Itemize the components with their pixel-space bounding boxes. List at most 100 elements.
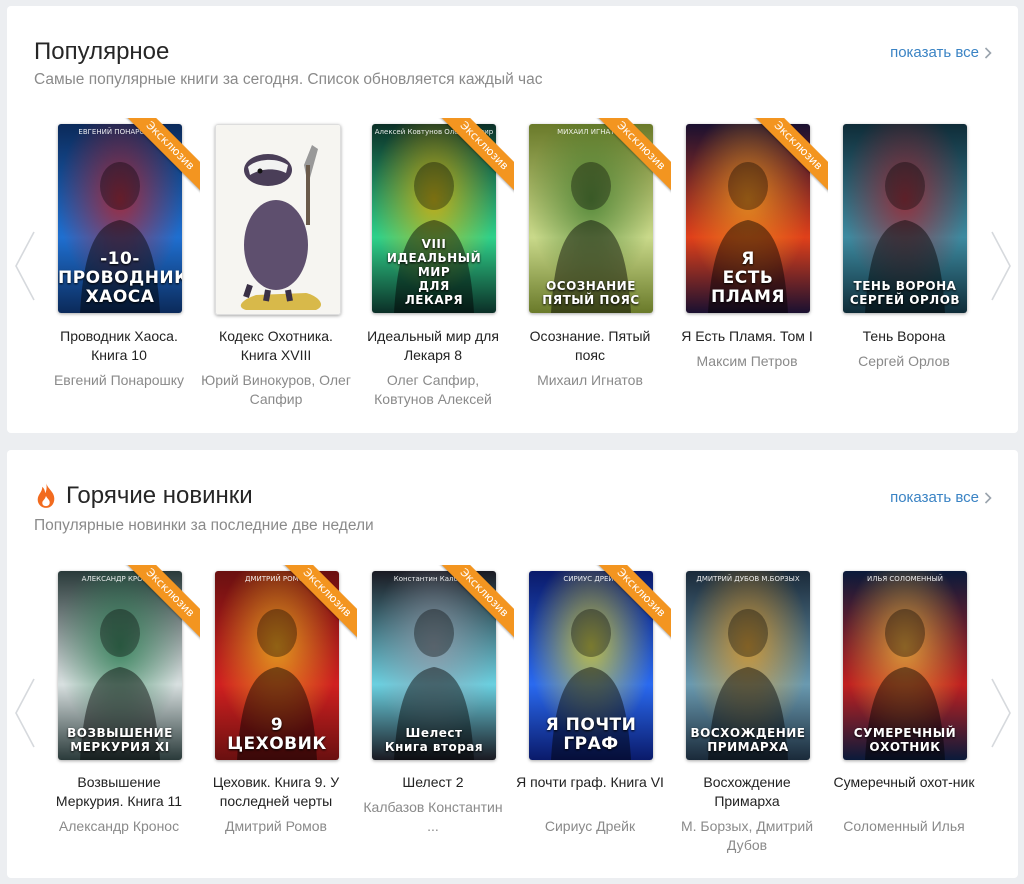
book-author[interactable]: Юрий Винокуров, Олег Сапфир <box>201 371 351 409</box>
exclusive-badge-wrap: Эксклюзив <box>434 118 514 198</box>
cover-author-text: ИЛЬЯ СОЛОМЕННЫЙ <box>867 575 943 583</box>
exclusive-badge: Эксклюзив <box>120 565 200 643</box>
cover-title-text: -10- ПРОВОДНИК ХАОСА <box>58 250 182 307</box>
cover-title-line: ВОСХОЖДЕНИЕ <box>690 726 806 740</box>
cover-title-text: Я ПОЧТИ ГРАФ <box>529 716 653 754</box>
cover-title-line: ЛЕКАРЯ <box>404 293 464 307</box>
book-cover[interactable]: ИЛЬЯ СОЛОМЕННЫЙ СУМЕРЕЧНЫЙ ОХОТНИК <box>843 571 967 760</box>
book-cover[interactable]: ТЕНЬ ВОРОНА СЕРГЕЙ ОРЛОВ <box>843 124 967 313</box>
book-author[interactable]: М. Борзых, Дмитрий Дубов <box>672 817 822 855</box>
cover-illustration <box>216 125 340 314</box>
carousel-prev-button[interactable] <box>12 677 38 749</box>
chevron-left-icon <box>15 231 35 301</box>
carousel-next-button[interactable] <box>988 677 1014 749</box>
exclusive-badge: Эксклюзив <box>748 118 828 196</box>
exclusive-badge-wrap: Эксклюзив <box>748 118 828 198</box>
exclusive-badge: Эксклюзив <box>277 565 357 643</box>
book-author[interactable]: Евгений Понарошку <box>44 371 194 390</box>
cover-title-line: ДЛЯ <box>418 279 450 293</box>
cover-title-line: СУМЕРЕЧНЫЙ <box>853 726 957 740</box>
book-title[interactable]: Кодекс Охотника. Книга XVIII <box>201 327 351 365</box>
book-title[interactable]: Я Есть Пламя. Том I <box>672 327 822 346</box>
book-author[interactable]: Соломенный Илья <box>829 817 979 836</box>
section-title-hot: Горячие новинки <box>34 481 253 511</box>
show-all-popular-link[interactable]: показать все <box>890 43 992 63</box>
cover-title-text: СУМЕРЕЧНЫЙ ОХОТНИК <box>843 726 967 754</box>
cover-title-text: ОСОЗНАНИЕ ПЯТЫЙ ПОЯС <box>529 279 653 307</box>
section-title-text: Популярное <box>34 38 170 65</box>
cover-title-line: ХАОСА <box>85 287 155 307</box>
carousel-next-button[interactable] <box>988 230 1014 302</box>
cover-title-line: 9 <box>270 715 284 735</box>
cover-title-line: СЕРГЕЙ ОРЛОВ <box>849 293 961 307</box>
book-author[interactable]: Максим Петров <box>672 352 822 371</box>
section-subtitle-popular: Самые популярные книги за сегодня. Списо… <box>34 71 543 88</box>
chevron-left-icon <box>15 678 35 748</box>
section-title-text: Горячие новинки <box>66 482 253 509</box>
show-all-label: показать все <box>890 489 979 506</box>
cover-title-line: Я <box>741 249 755 269</box>
chevron-right-icon <box>991 231 1011 301</box>
book-title[interactable]: Восхождение Примарха <box>672 773 822 811</box>
cover-title-line: ОХОТНИК <box>869 740 941 754</box>
exclusive-badge-wrap: Эксклюзив <box>277 565 357 645</box>
cover-title-text: Шелест Книга вторая <box>372 726 496 754</box>
exclusive-badge-wrap: Эксклюзив <box>591 118 671 198</box>
exclusive-badge: Эксклюзив <box>120 118 200 196</box>
book-title[interactable]: Проводник Хаоса. Книга 10 <box>44 327 194 365</box>
book-title[interactable]: Шелест 2 <box>358 773 508 792</box>
book-title[interactable]: Идеальный мир для Лекаря 8 <box>358 327 508 365</box>
book-title[interactable]: Возвышение Меркурия. Книга 11 <box>44 773 194 811</box>
book-cover[interactable] <box>215 124 341 315</box>
cover-title-line: Книга вторая <box>384 740 484 754</box>
cover-title-line: ПРОВОДНИК <box>58 268 182 288</box>
cover-title-line: ПЛАМЯ <box>710 287 785 307</box>
cover-title-line: ЦЕХОВИК <box>227 734 327 754</box>
book-author[interactable]: Сергей Орлов <box>829 352 979 371</box>
cover-title-line: -10- <box>100 249 140 269</box>
show-all-label: показать все <box>890 44 979 61</box>
cover-title-text: VIII ИДЕАЛЬНЫЙ МИР ДЛЯ ЛЕКАРЯ <box>372 237 496 307</box>
carousel-prev-button[interactable] <box>12 230 38 302</box>
book-title[interactable]: Цеховик. Книга 9. У последней черты <box>201 773 351 811</box>
book-title[interactable]: Я почти граф. Книга VI <box>515 773 665 792</box>
show-all-hot-link[interactable]: показать все <box>890 488 992 508</box>
cover-title-line: МЕРКУРИЯ XI <box>70 740 170 754</box>
cover-title-line: ВОЗВЫШЕНИЕ <box>67 726 173 740</box>
cover-author-text: ДМИТРИЙ ДУБОВ М.БОРЗЫХ <box>696 575 800 583</box>
cover-title-text: ВОЗВЫШЕНИЕ МЕРКУРИЯ XI <box>58 726 182 754</box>
cover-title-line: ПРИМАРХА <box>707 740 789 754</box>
cover-title-line: ПЯТЫЙ ПОЯС <box>542 293 640 307</box>
cover-title-line: Я ПОЧТИ <box>545 715 637 735</box>
chevron-right-icon <box>991 678 1011 748</box>
exclusive-badge-wrap: Эксклюзив <box>120 118 200 198</box>
book-author[interactable]: Сириус Дрейк <box>515 817 665 836</box>
cover-title-line: ТЕНЬ ВОРОНА <box>853 279 957 293</box>
cover-title-text: Я ЕСТЬ ПЛАМЯ <box>686 250 810 307</box>
cover-title-line: ОСОЗНАНИЕ <box>546 279 636 293</box>
book-author[interactable]: Калбазов Константин ... <box>358 798 508 836</box>
cover-title-line: ИДЕАЛЬНЫЙ МИР <box>386 251 482 279</box>
chevron-right-icon <box>984 492 992 504</box>
exclusive-badge: Эксклюзив <box>591 118 671 196</box>
exclusive-badge-wrap: Эксклюзив <box>591 565 671 645</box>
cover-title-line: Шелест <box>405 726 463 740</box>
exclusive-badge: Эксклюзив <box>434 565 514 643</box>
book-author[interactable]: Олег Сапфир, Ковтунов Алексей <box>358 371 508 409</box>
exclusive-badge-wrap: Эксклюзив <box>434 565 514 645</box>
cover-title-line: ГРАФ <box>563 734 619 754</box>
book-title[interactable]: Осознание. Пятый пояс <box>515 327 665 365</box>
chevron-right-icon <box>984 47 992 59</box>
cover-title-line: VIII <box>421 237 447 251</box>
book-title[interactable]: Тень Ворона <box>829 327 979 346</box>
book-author[interactable]: Александр Кронос <box>44 817 194 836</box>
exclusive-badge-wrap: Эксклюзив <box>120 565 200 645</box>
book-title[interactable]: Сумеречный охот-ник <box>829 773 979 792</box>
cover-title-text: ВОСХОЖДЕНИЕ ПРИМАРХА <box>686 726 810 754</box>
exclusive-badge: Эксклюзив <box>591 565 671 643</box>
exclusive-badge: Эксклюзив <box>434 118 514 196</box>
book-author[interactable]: Дмитрий Ромов <box>201 817 351 836</box>
fire-icon <box>37 482 55 508</box>
book-author[interactable]: Михаил Игнатов <box>515 371 665 390</box>
book-cover[interactable]: ДМИТРИЙ ДУБОВ М.БОРЗЫХ ВОСХОЖДЕНИЕ ПРИМАРХ… <box>686 571 810 760</box>
